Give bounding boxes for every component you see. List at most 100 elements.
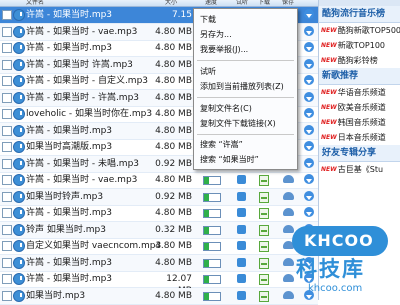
song-size: 0.92 MB xyxy=(155,191,192,202)
row-checkbox[interactable] xyxy=(2,76,12,86)
add-list-icon[interactable] xyxy=(259,274,269,285)
music-note-icon xyxy=(13,157,25,170)
panel-list-item[interactable]: NEW华语音乐频道 xyxy=(319,85,400,100)
panel-section2-title[interactable]: 新歌推荐 xyxy=(319,68,400,85)
music-note-icon xyxy=(13,223,25,236)
music-note-icon xyxy=(13,174,25,186)
panel-section1-title[interactable]: 酷狗流行音乐榜 xyxy=(319,6,400,23)
download-arrow-icon[interactable] xyxy=(304,190,314,201)
progress-fill xyxy=(204,226,209,234)
row-checkbox[interactable] xyxy=(2,257,12,268)
add-list-icon[interactable] xyxy=(259,208,269,219)
download-arrow-icon[interactable] xyxy=(304,75,314,85)
music-note-icon xyxy=(13,124,25,137)
download-arrow-icon[interactable] xyxy=(304,42,314,52)
row-checkbox[interactable] xyxy=(2,59,12,70)
song-size: 4.80 MB xyxy=(155,26,192,37)
headphones-icon[interactable] xyxy=(283,208,294,216)
add-list-icon[interactable] xyxy=(259,191,269,203)
play-icon[interactable] xyxy=(237,175,246,184)
panel-list-item[interactable]: NEW韩国音乐频道 xyxy=(319,115,400,130)
menu-item-search-title[interactable]: 搜索 “如果当时” xyxy=(200,153,259,166)
download-arrow-icon[interactable] xyxy=(304,58,314,69)
song-row[interactable]: 自定义如果当时 vaecncom.mp3 4.80 MB xyxy=(0,238,318,255)
new-badge: NEW xyxy=(321,57,337,64)
add-list-icon[interactable] xyxy=(259,241,269,252)
download-arrow-icon[interactable] xyxy=(304,108,314,118)
add-list-icon[interactable] xyxy=(259,175,269,186)
menu-item-add-playlist[interactable]: 添加到当前播放列表(Z) xyxy=(200,80,284,93)
menu-item-copy-filename[interactable]: 复制文件名(C) xyxy=(200,102,252,115)
song-row[interactable]: 如果当时.mp3 4.80 MB xyxy=(0,287,318,305)
panel-list-item[interactable]: NEW酷狗彩铃榜 xyxy=(319,53,400,68)
row-checkbox[interactable] xyxy=(2,175,12,185)
column-header-download[interactable]: 下载 xyxy=(258,0,270,6)
menu-item-save-as[interactable]: 另存为... xyxy=(200,28,232,41)
row-checkbox[interactable] xyxy=(2,109,12,119)
column-header-listen[interactable]: 试听 xyxy=(236,0,248,6)
song-row[interactable]: 许嵩 - 如果当时.mp3 4.80 MB xyxy=(0,254,318,272)
menu-item-report[interactable]: 我要举报(J)... xyxy=(200,43,248,56)
row-checkbox[interactable] xyxy=(2,10,12,20)
panel-list-item[interactable]: NEW古巨基《Stu xyxy=(319,162,400,177)
song-row[interactable]: 铃声 如果当时.mp3 0.32 MB xyxy=(0,221,318,239)
row-checkbox[interactable] xyxy=(2,26,12,37)
download-arrow-icon[interactable] xyxy=(304,9,314,19)
panel-list-item[interactable]: NEW欧美音乐频道 xyxy=(319,100,400,115)
column-header-speed[interactable]: 速度 xyxy=(205,0,217,6)
row-checkbox[interactable] xyxy=(2,43,12,53)
song-row[interactable]: 许嵩 - 如果当时.mp312.07 MB xyxy=(0,271,318,296)
row-checkbox[interactable] xyxy=(2,224,12,235)
song-size: 4.80 MB xyxy=(155,208,192,218)
play-icon[interactable] xyxy=(237,257,246,267)
headphones-icon[interactable] xyxy=(283,175,294,183)
column-header-size[interactable]: 大小 xyxy=(165,0,177,6)
headphones-icon[interactable] xyxy=(283,191,294,200)
progress-fill xyxy=(204,276,209,283)
play-icon[interactable] xyxy=(237,208,246,217)
row-checkbox[interactable] xyxy=(2,125,12,136)
download-arrow-icon[interactable] xyxy=(304,207,314,217)
panel-section2-list: NEW华语音乐频道 NEW欧美音乐频道 NEW韩国音乐频道 NEW日本音乐频道 xyxy=(319,85,400,145)
menu-item-search-artist[interactable]: 搜索 “许嵩” xyxy=(200,138,243,151)
download-arrow-icon[interactable] xyxy=(304,91,314,102)
song-row[interactable]: 许嵩 - 如果当时.mp3 4.80 MB xyxy=(0,205,318,222)
download-arrow-icon[interactable] xyxy=(304,124,314,135)
row-checkbox[interactable] xyxy=(2,142,12,152)
download-arrow-icon[interactable] xyxy=(304,141,314,151)
download-arrow-icon[interactable] xyxy=(304,157,314,168)
panel-list-item[interactable]: NEW日本音乐频道 xyxy=(319,130,400,145)
new-badge: NEW xyxy=(321,119,337,126)
row-checkbox[interactable] xyxy=(2,208,12,218)
panel-list-item[interactable]: NEW新歌TOP100 xyxy=(319,38,400,53)
music-note-icon xyxy=(13,273,25,285)
play-icon[interactable] xyxy=(237,290,246,300)
row-checkbox[interactable] xyxy=(2,191,12,202)
add-list-icon[interactable] xyxy=(259,257,269,269)
menu-item-copy-link[interactable]: 复制文件下载链接(X) xyxy=(200,117,276,130)
play-icon[interactable] xyxy=(237,241,246,250)
add-list-icon[interactable] xyxy=(259,224,269,236)
row-checkbox[interactable] xyxy=(2,290,12,301)
column-header-save[interactable]: 保存 xyxy=(282,0,294,6)
song-row[interactable]: 许嵩 - 如果当时 - vae.mp3 4.80 MB xyxy=(0,172,318,189)
row-checkbox[interactable] xyxy=(2,158,12,169)
music-note-icon xyxy=(13,42,25,54)
row-checkbox[interactable] xyxy=(2,274,12,284)
play-icon[interactable] xyxy=(237,274,246,283)
panel-list-item[interactable]: NEW酷狗新歌TOP500 xyxy=(319,23,400,38)
column-header-song[interactable]: 文件名 xyxy=(26,0,44,6)
menu-item-download[interactable]: 下载 xyxy=(200,13,216,26)
row-checkbox[interactable] xyxy=(2,92,12,103)
menu-item-listen[interactable]: 试听 xyxy=(200,65,216,78)
play-icon[interactable] xyxy=(237,191,246,201)
download-arrow-icon[interactable] xyxy=(304,174,314,184)
play-icon[interactable] xyxy=(237,224,246,234)
music-note-icon xyxy=(13,75,25,87)
progress-fill xyxy=(204,210,209,217)
panel-section3-title[interactable]: 好友专辑分享 xyxy=(319,145,400,162)
new-badge: NEW xyxy=(321,89,337,96)
song-row[interactable]: 如果当时铃声.mp3 0.92 MB xyxy=(0,188,318,206)
row-checkbox[interactable] xyxy=(2,241,12,251)
download-arrow-icon[interactable] xyxy=(304,25,314,36)
